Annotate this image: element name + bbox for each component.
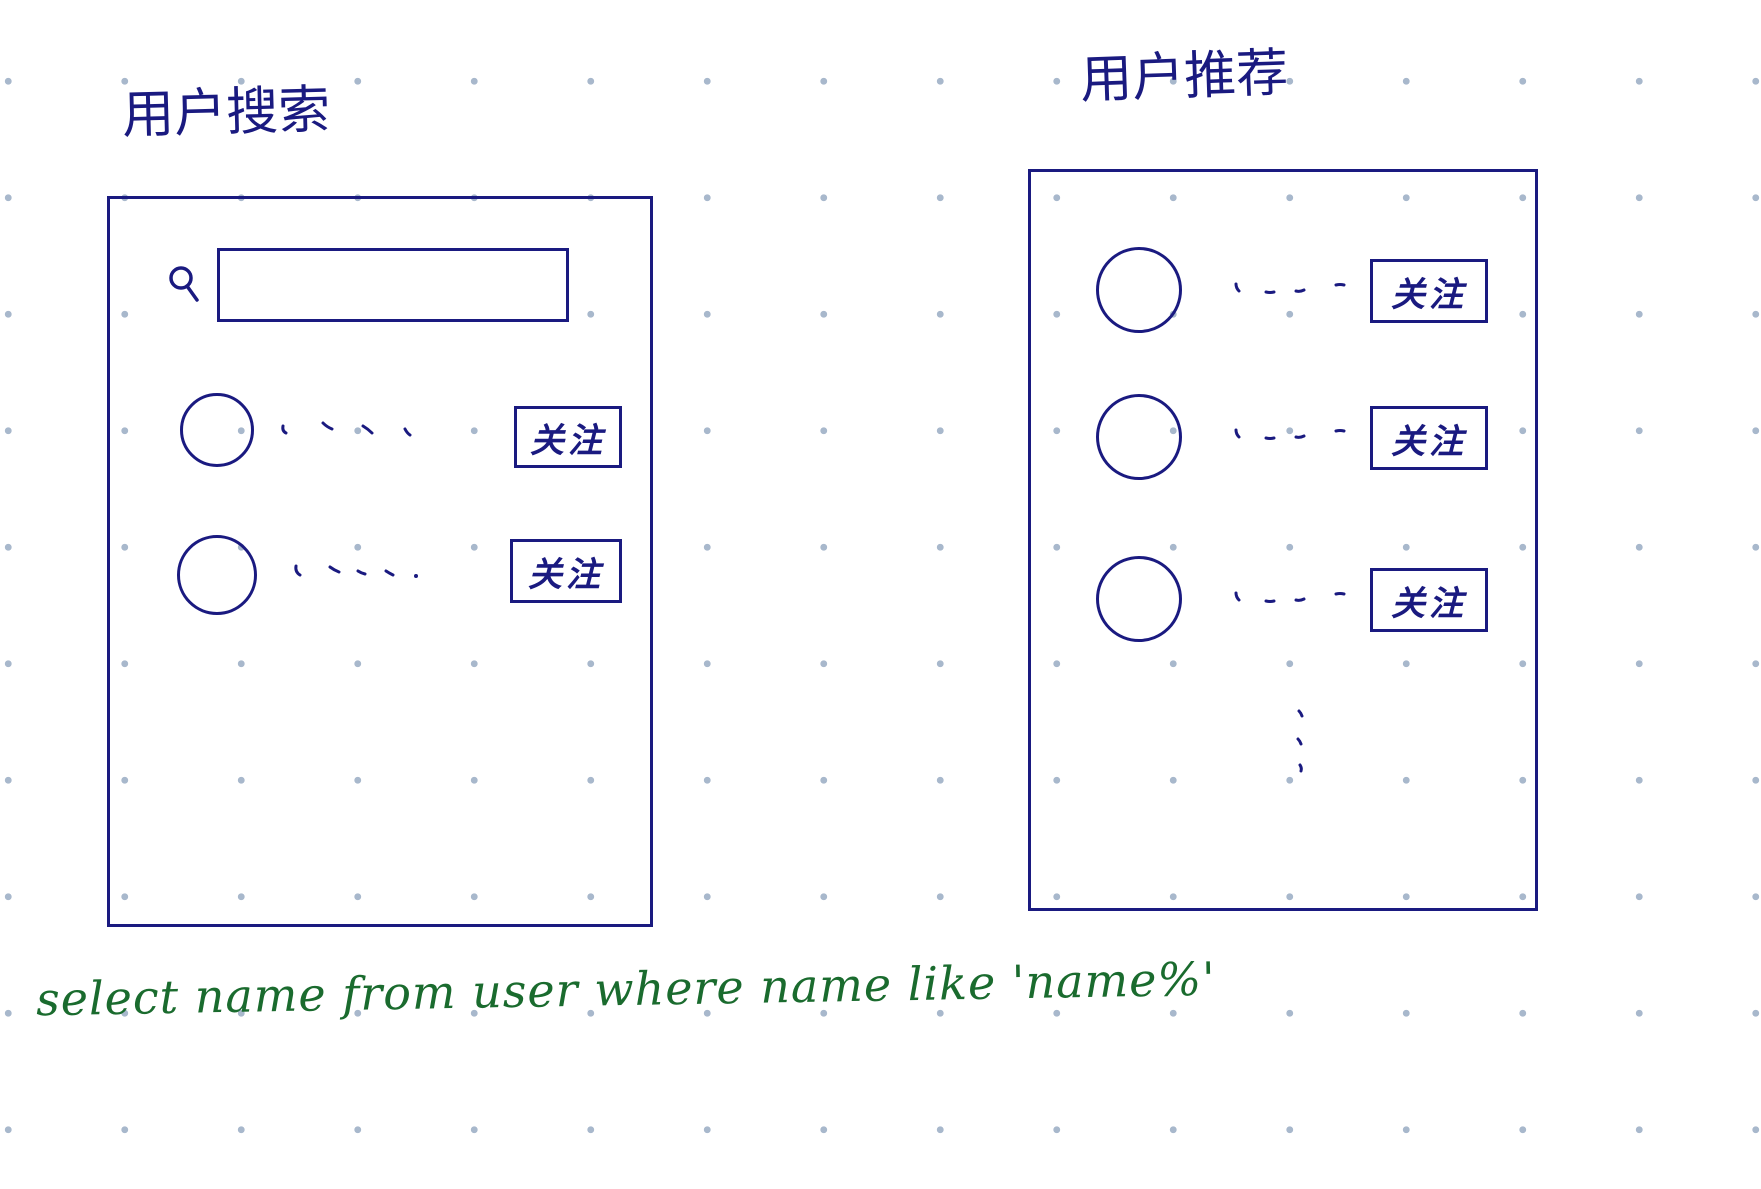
- recommend-name-placeholder-1: [1234, 282, 1346, 294]
- search-panel-title: 用户搜索: [121, 80, 331, 146]
- vertical-ellipsis-icon[interactable]: [1290, 705, 1310, 777]
- recommend-name-placeholder-3: [1234, 591, 1346, 603]
- search-result-name-placeholder-2: [294, 564, 418, 578]
- follow-button[interactable]: 关注: [1370, 406, 1488, 470]
- search-result-avatar-2[interactable]: [177, 535, 257, 615]
- recommend-avatar-3[interactable]: [1096, 556, 1182, 642]
- search-result-avatar-1[interactable]: [180, 393, 254, 467]
- sql-query-note: select name from user where name like 'n…: [35, 951, 1217, 1027]
- recommend-panel-title: 用户推荐: [1079, 43, 1290, 111]
- search-result-name-placeholder-1: [281, 421, 412, 437]
- follow-button[interactable]: 关注: [1370, 568, 1488, 632]
- follow-button[interactable]: 关注: [510, 539, 622, 603]
- follow-button[interactable]: 关注: [514, 406, 622, 468]
- search-input[interactable]: [220, 251, 566, 319]
- follow-button[interactable]: 关注: [1370, 259, 1488, 323]
- search-icon[interactable]: [166, 262, 202, 304]
- search-input-box[interactable]: [217, 248, 569, 322]
- recommend-avatar-1[interactable]: [1096, 247, 1182, 333]
- recommend-avatar-2[interactable]: [1096, 394, 1182, 480]
- recommend-name-placeholder-2: [1234, 428, 1346, 440]
